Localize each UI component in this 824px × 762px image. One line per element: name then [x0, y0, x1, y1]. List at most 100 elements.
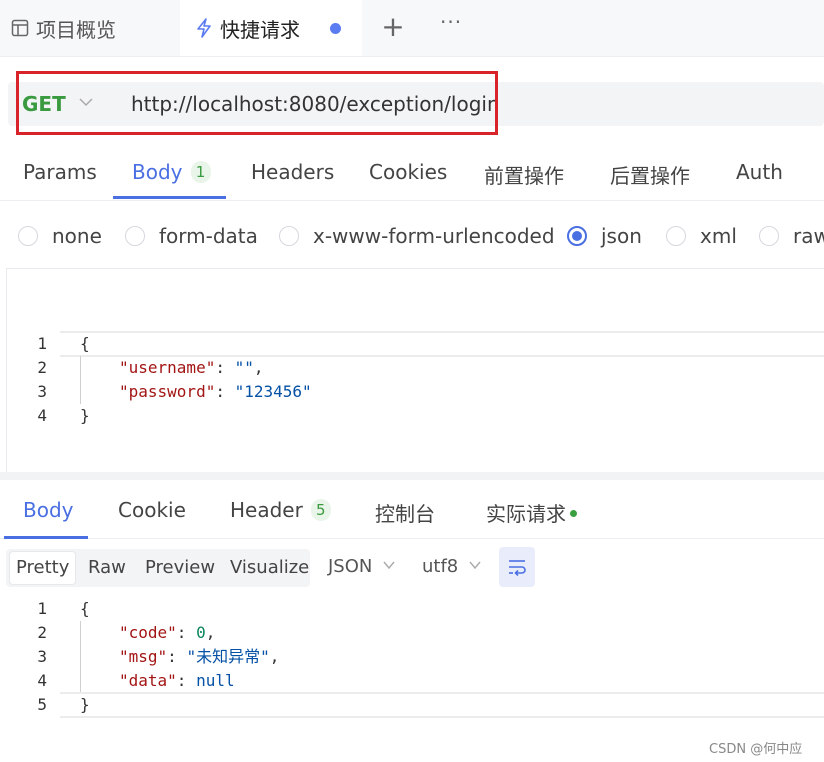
radio-circle-selected — [567, 226, 587, 246]
json-key: "data" — [119, 671, 177, 690]
code-line: 3 "msg": "未知异常", — [0, 645, 824, 669]
radio-circle — [18, 226, 38, 246]
resp-tab-header[interactable]: Header 5 — [230, 498, 331, 522]
tab-pre-operations[interactable]: 前置操作 — [484, 160, 564, 189]
tab-project-overview-label: 项目概览 — [36, 17, 116, 42]
language-select-value: JSON — [328, 556, 373, 577]
radio-raw[interactable]: raw — [759, 224, 824, 248]
line-number: 4 — [37, 406, 47, 425]
radio-urlencoded-label: x-www-form-urlencoded — [313, 224, 555, 248]
active-tab-indicator — [113, 196, 226, 199]
status-dot — [570, 510, 577, 517]
radio-circle — [279, 226, 299, 246]
radio-json-label: json — [601, 224, 642, 248]
code-text: { — [80, 334, 90, 353]
code-line: 1 { — [0, 332, 824, 356]
tab-quick-request[interactable]: 快捷请求 — [180, 0, 362, 56]
resp-tab-console[interactable]: 控制台 — [375, 498, 435, 527]
word-wrap-icon — [509, 560, 526, 576]
radio-raw-label: raw — [793, 224, 824, 248]
line-number: 2 — [37, 623, 47, 642]
radio-form-data-label: form-data — [159, 224, 258, 248]
radio-circle — [666, 226, 686, 246]
request-tabs: Params Body 1 Headers Cookies 前置操作 后置操作 A… — [0, 148, 824, 201]
tab-params[interactable]: Params — [23, 160, 97, 184]
resp-tab-body[interactable]: Body — [23, 498, 74, 522]
radio-circle — [759, 226, 779, 246]
code-line: 2 "code": 0, — [0, 621, 824, 645]
json-key: "username" — [119, 358, 216, 377]
tab-body[interactable]: Body 1 — [132, 160, 211, 184]
code-text: } — [80, 695, 90, 714]
chevron-down-icon — [383, 561, 395, 570]
tab-body-label: Body — [132, 160, 183, 184]
radio-json[interactable]: json — [567, 224, 642, 248]
layout-icon — [10, 18, 30, 38]
json-string-value: "123456" — [234, 382, 312, 401]
code-line: 3 "password": "123456" — [0, 380, 824, 404]
json-number-value: 0 — [196, 623, 206, 642]
line-number: 2 — [37, 358, 47, 377]
radio-none[interactable]: none — [18, 224, 102, 248]
view-pretty-button[interactable]: Pretty — [10, 552, 76, 584]
tab-auth[interactable]: Auth — [736, 160, 783, 184]
more-tabs-button[interactable]: ··· — [440, 10, 462, 34]
radio-form-data[interactable]: form-data — [125, 224, 258, 248]
word-wrap-button[interactable] — [499, 547, 535, 587]
tab-post-operations[interactable]: 后置操作 — [610, 160, 690, 189]
radio-circle — [125, 226, 145, 246]
code-text: "data": null — [119, 671, 235, 690]
code-text: } — [80, 406, 90, 425]
view-raw-button[interactable]: Raw — [82, 552, 132, 584]
encoding-select[interactable]: utf8 — [422, 556, 482, 577]
radio-xml[interactable]: xml — [666, 224, 737, 248]
view-preview-button[interactable]: Preview — [139, 552, 221, 584]
json-key: "msg" — [119, 647, 168, 666]
code-text: "msg": "未知异常", — [119, 647, 280, 666]
json-string-value: "" — [234, 358, 254, 377]
radio-none-label: none — [52, 224, 102, 248]
line-number: 3 — [37, 647, 47, 666]
resp-tab-actual-request[interactable]: 实际请求 — [486, 498, 577, 527]
active-resp-tab-indicator — [4, 536, 88, 539]
code-line: 1 { — [0, 597, 824, 621]
code-line: 2 "username": "", — [0, 356, 824, 380]
code-text: "password": "123456" — [119, 382, 312, 401]
resp-tab-actual-request-label: 实际请求 — [486, 502, 566, 526]
tab-cookies[interactable]: Cookies — [369, 160, 447, 184]
language-select[interactable]: JSON — [328, 556, 396, 577]
tab-headers[interactable]: Headers — [251, 160, 334, 184]
lightning-icon — [194, 18, 214, 38]
resp-tab-header-label: Header — [230, 498, 303, 522]
json-key: "code" — [119, 623, 177, 642]
view-visualize-button[interactable]: Visualize — [224, 552, 315, 584]
header-count-badge: 5 — [310, 499, 331, 521]
encoding-select-value: utf8 — [422, 556, 459, 577]
resp-tab-cookie[interactable]: Cookie — [118, 498, 186, 522]
top-tab-bar: 项目概览 快捷请求 + ··· — [0, 0, 824, 57]
line-number: 4 — [37, 671, 47, 690]
radio-xml-label: xml — [700, 224, 737, 248]
add-tab-button[interactable]: + — [381, 12, 405, 42]
code-line: 4 "data": null — [0, 669, 824, 693]
line-number: 1 — [37, 599, 47, 618]
line-number: 1 — [37, 334, 47, 353]
annotation-highlight-box — [16, 71, 498, 135]
line-number: 3 — [37, 382, 47, 401]
code-line: 4 } — [0, 404, 824, 428]
body-count-badge: 1 — [190, 161, 211, 183]
tab-project-overview[interactable]: 项目概览 — [10, 0, 116, 56]
watermark: CSDN @何中应 — [709, 742, 803, 757]
code-text: "username": "", — [119, 358, 264, 377]
code-line: 5 } — [0, 693, 824, 717]
radio-urlencoded[interactable]: x-www-form-urlencoded — [279, 224, 555, 248]
code-text: { — [80, 599, 90, 618]
line-number: 5 — [37, 695, 47, 714]
json-string-value: "未知异常" — [186, 647, 270, 666]
body-type-selector: none form-data x-www-form-urlencoded jso… — [0, 220, 824, 256]
json-key: "password" — [119, 382, 216, 401]
unsaved-dot — [330, 22, 341, 34]
tab-quick-request-label: 快捷请求 — [220, 17, 300, 42]
panel-divider[interactable] — [0, 472, 824, 480]
json-null-value: null — [196, 671, 235, 690]
